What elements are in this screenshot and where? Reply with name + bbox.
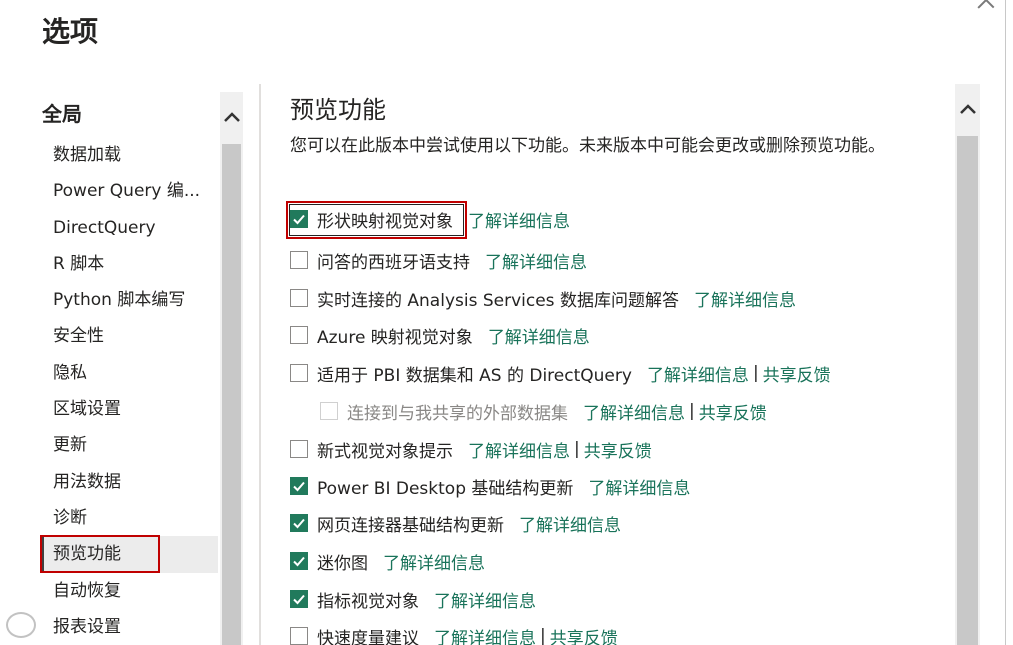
feature-checkbox[interactable] (290, 514, 308, 532)
link-separator: | (574, 439, 580, 459)
nav-item-report-settings[interactable]: 报表设置 (42, 609, 219, 645)
window-edge (1005, 0, 1013, 645)
feature-checkbox[interactable] (290, 289, 308, 307)
learn-more-link[interactable]: 了解详细信息 (519, 511, 621, 536)
feature-label: 连接到与我共享的外部数据集 (347, 403, 568, 424)
nav-group-global: 全局 (42, 102, 82, 126)
checkmark-icon (293, 518, 305, 529)
watermark-logo (6, 612, 36, 638)
nav-item-security[interactable]: 安全性 (42, 318, 219, 354)
share-feedback-link[interactable]: 共享反馈 (584, 437, 652, 462)
share-feedback-link[interactable]: 共享反馈 (763, 361, 831, 386)
feature-label: 快速度量建议 (317, 628, 419, 645)
feature-row: 网页连接器基础结构更新 了解详细信息 (290, 508, 621, 538)
nav-list: 数据加载 Power Query 编... DirectQuery R 脚本 P… (41, 137, 219, 645)
link-separator: | (689, 401, 695, 421)
feature-label: Azure 映射视觉对象 (317, 327, 473, 348)
close-icon[interactable] (972, 0, 1000, 14)
feature-label: 新式视觉对象提示 (317, 441, 453, 462)
feature-row: 适用于 PBI 数据集和 AS 的 DirectQuery 了解详细信息 | 共享反馈 (290, 358, 831, 388)
feature-label: 网页连接器基础结构更新 (317, 515, 504, 536)
feature-label: 迷你图 (317, 553, 368, 574)
feature-row: 形状映射视觉对象 了解详细信息 (290, 204, 570, 234)
feature-checkbox[interactable] (290, 364, 308, 382)
share-feedback-link[interactable]: 共享反馈 (699, 399, 767, 424)
link-separator: | (752, 363, 759, 383)
feature-checkbox[interactable] (290, 552, 308, 570)
learn-more-link[interactable]: 了解详细信息 (468, 207, 570, 232)
nav-item-diagnostics[interactable]: 诊断 (42, 500, 219, 536)
checkmark-icon (293, 214, 305, 225)
learn-more-link[interactable]: 了解详细信息 (383, 549, 485, 574)
learn-more-link[interactable]: 了解详细信息 (647, 361, 749, 386)
section-title: 预览功能 (290, 96, 386, 124)
learn-more-link[interactable]: 了解详细信息 (468, 437, 570, 462)
content-scroll-thumb[interactable] (957, 136, 978, 645)
learn-more-link[interactable]: 了解详细信息 (434, 587, 536, 612)
nav-item-power-query-editor[interactable]: Power Query 编... (42, 173, 219, 209)
feature-row: 连接到与我共享的外部数据集 了解详细信息 | 共享反馈 (320, 396, 767, 426)
learn-more-link[interactable]: 了解详细信息 (583, 399, 685, 424)
feature-checkbox[interactable] (290, 477, 308, 495)
nav-scrollbar[interactable] (220, 92, 243, 645)
feature-label: Power BI Desktop 基础结构更新 (317, 478, 574, 499)
link-separator: | (540, 626, 546, 645)
feature-checkbox[interactable] (290, 440, 308, 458)
chevron-up-icon[interactable] (220, 92, 243, 142)
nav-item-data-load[interactable]: 数据加载 (42, 137, 219, 173)
feature-row: 迷你图 了解详细信息 (290, 546, 485, 576)
feature-row: Azure 映射视觉对象 了解详细信息 (290, 320, 590, 350)
feature-row: 快速度量建议 了解详细信息 | 共享反馈 (290, 621, 618, 645)
learn-more-link[interactable]: 了解详细信息 (434, 624, 536, 645)
feature-checkbox[interactable] (290, 590, 308, 608)
feature-checkbox[interactable] (290, 326, 308, 344)
nav-item-r-scripting[interactable]: R 脚本 (42, 246, 219, 282)
feature-label: 问答的西班牙语支持 (317, 252, 470, 273)
feature-label: 实时连接的 Analysis Services 数据库问题解答 (317, 290, 679, 311)
feature-label: 形状映射视觉对象 (317, 211, 453, 232)
feature-row: Power BI Desktop 基础结构更新 了解详细信息 (290, 471, 690, 501)
nav-item-regional-settings[interactable]: 区域设置 (42, 391, 219, 427)
feature-row: 指标视觉对象 了解详细信息 (290, 584, 536, 614)
feature-checkbox[interactable] (290, 251, 308, 269)
share-feedback-link[interactable]: 共享反馈 (550, 624, 618, 645)
checkmark-icon (293, 481, 305, 492)
checkmark-icon (293, 594, 305, 605)
feature-checkbox[interactable] (290, 627, 308, 645)
learn-more-link[interactable]: 了解详细信息 (588, 474, 690, 499)
feature-row: 新式视觉对象提示 了解详细信息 | 共享反馈 (290, 434, 652, 464)
content-scrollbar[interactable] (955, 84, 980, 645)
nav-item-python-scripting[interactable]: Python 脚本编写 (42, 282, 219, 318)
feature-label: 适用于 PBI 数据集和 AS 的 DirectQuery (317, 365, 632, 386)
section-description: 您可以在此版本中尝试使用以下功能。未来版本中可能会更改或删除预览功能。 (290, 136, 885, 156)
learn-more-link[interactable]: 了解详细信息 (485, 248, 587, 273)
nav-item-updates[interactable]: 更新 (42, 427, 219, 463)
pane-divider (259, 84, 261, 645)
nav-scroll-thumb[interactable] (222, 144, 241, 645)
chevron-up-icon[interactable] (955, 84, 980, 134)
feature-checkbox[interactable] (290, 210, 308, 228)
checkmark-icon (293, 556, 305, 567)
learn-more-link[interactable]: 了解详细信息 (694, 286, 796, 311)
nav-item-directquery[interactable]: DirectQuery (42, 210, 219, 246)
nav-item-privacy[interactable]: 隐私 (42, 355, 219, 391)
learn-more-link[interactable]: 了解详细信息 (488, 323, 590, 348)
dialog-title: 选项 (42, 15, 99, 48)
nav-item-preview-features[interactable]: 预览功能 (41, 536, 218, 573)
nav-item-auto-recovery[interactable]: 自动恢复 (42, 573, 219, 609)
feature-label: 指标视觉对象 (317, 591, 419, 612)
feature-checkbox (320, 402, 338, 420)
nav-item-usage-data[interactable]: 用法数据 (42, 464, 219, 500)
feature-row: 问答的西班牙语支持 了解详细信息 (290, 245, 587, 275)
feature-row: 实时连接的 Analysis Services 数据库问题解答 了解详细信息 (290, 283, 796, 313)
